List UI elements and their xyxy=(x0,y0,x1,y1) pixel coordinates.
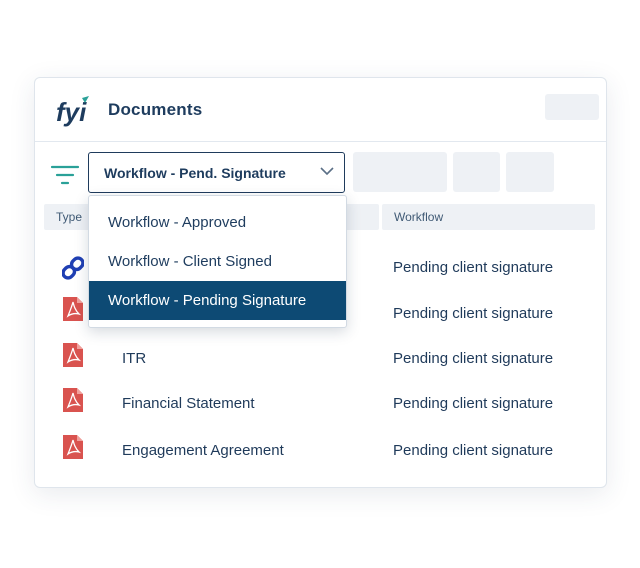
document-name[interactable]: ITR xyxy=(122,350,146,367)
column-header-name[interactable] xyxy=(345,204,379,230)
workflow-status: Pending client signature xyxy=(393,395,554,412)
workflow-status: Pending client signature xyxy=(393,259,554,276)
header-action-button[interactable] xyxy=(545,94,599,120)
column-header-workflow[interactable]: Workflow xyxy=(382,204,595,230)
document-name[interactable]: Engagement Agreement xyxy=(122,442,284,459)
documents-panel: fyi Documents Workflow - Pend. Signature… xyxy=(34,77,607,488)
chevron-down-icon xyxy=(320,167,334,176)
pdf-icon xyxy=(63,435,83,459)
panel-header: fyi Documents xyxy=(35,78,606,142)
pdf-icon xyxy=(63,297,83,321)
svg-text:fyi: fyi xyxy=(56,97,87,127)
dropdown-option-approved[interactable]: Workflow - Approved xyxy=(89,203,346,242)
workflow-filter-select[interactable]: Workflow - Pend. Signature xyxy=(88,152,345,193)
fyi-logo: fyi xyxy=(56,96,89,127)
page-title: Documents xyxy=(108,100,203,119)
pdf-icon xyxy=(63,388,83,412)
workflow-status: Pending client signature xyxy=(393,305,554,322)
document-name[interactable]: Financial Statement xyxy=(122,395,255,412)
pdf-icon xyxy=(63,343,83,367)
link-icon xyxy=(62,256,84,280)
filter-placeholder[interactable] xyxy=(506,152,554,192)
workflow-status: Pending client signature xyxy=(393,442,554,459)
filter-placeholder[interactable] xyxy=(353,152,447,192)
workflow-filter-value: Workflow - Pend. Signature xyxy=(104,165,286,181)
workflow-dropdown-menu: Workflow - Approved Workflow - Client Si… xyxy=(88,195,347,328)
dropdown-option-client-signed[interactable]: Workflow - Client Signed xyxy=(89,242,346,281)
workflow-status: Pending client signature xyxy=(393,350,554,367)
dropdown-option-pending-signature[interactable]: Workflow - Pending Signature xyxy=(89,281,346,320)
filter-icon[interactable] xyxy=(50,164,80,186)
filter-placeholder[interactable] xyxy=(453,152,500,192)
